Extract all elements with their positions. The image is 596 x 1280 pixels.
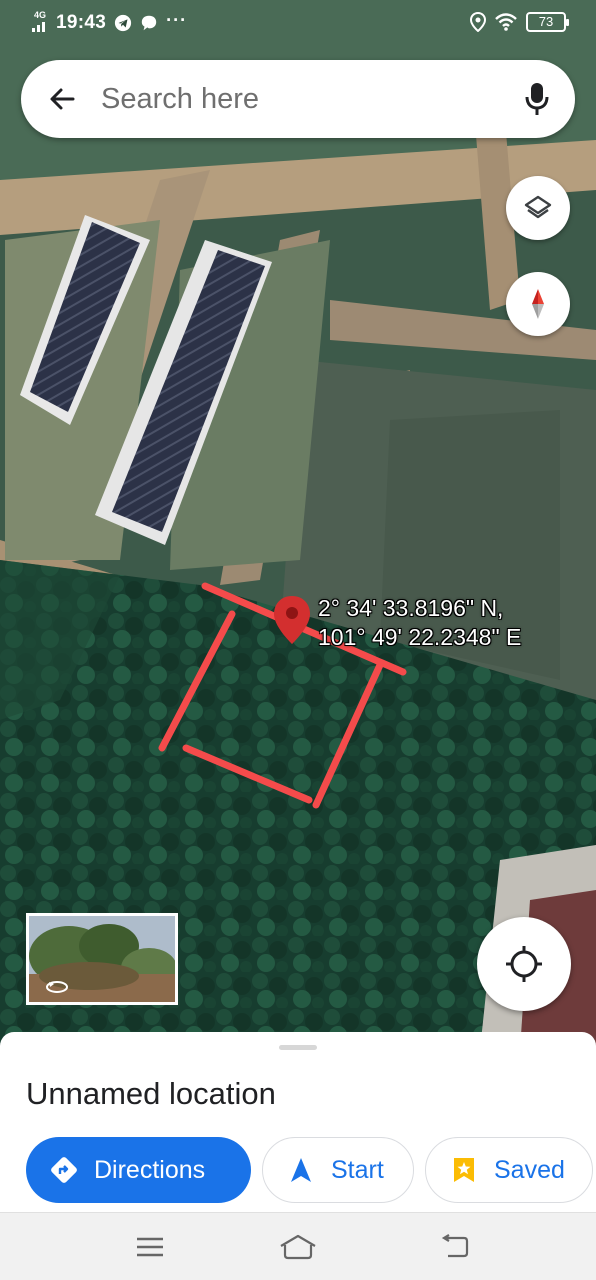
- battery-indicator: 73: [526, 12, 569, 32]
- my-location-button[interactable]: [477, 917, 571, 1011]
- back-nav-icon: [441, 1234, 469, 1258]
- more-notifications: ···: [166, 9, 188, 30]
- chat-bubble-icon: [141, 15, 157, 31]
- compass-icon: [532, 289, 544, 319]
- clock: 19:43: [56, 12, 107, 33]
- satellite-map[interactable]: 2° 34' 33.8196" N, 101° 49' 22.2348" E: [0, 0, 596, 1050]
- directions-label: Directions: [94, 1155, 206, 1184]
- network-type: 4G: [34, 10, 47, 20]
- search-input[interactable]: [101, 82, 491, 116]
- saved-label: Saved: [494, 1155, 565, 1184]
- telegram-icon: [115, 14, 132, 32]
- voice-search-button[interactable]: [513, 70, 561, 128]
- bookmark-star-icon: [454, 1158, 474, 1182]
- system-navigation-bar: [0, 1212, 596, 1280]
- layers-icon: [524, 195, 552, 219]
- navigation-arrow-icon: [291, 1158, 311, 1182]
- menu-lines-icon: [137, 1237, 163, 1257]
- action-chips: Directions Start Saved: [26, 1137, 593, 1203]
- search-bar: [21, 60, 575, 138]
- directions-button[interactable]: Directions: [26, 1137, 251, 1203]
- coordinates-longitude: 101° 49' 22.2348" E: [318, 624, 522, 650]
- recent-apps-button[interactable]: [130, 1231, 170, 1263]
- back-nav-button[interactable]: [434, 1231, 474, 1263]
- coordinates-latitude: 2° 34' 33.8196" N,: [318, 595, 504, 621]
- place-bottom-sheet[interactable]: Unnamed location Directions Start Saved: [0, 1032, 596, 1212]
- rotate-360-icon: [46, 981, 68, 993]
- back-button[interactable]: [33, 70, 91, 128]
- crosshair-location-icon: [506, 946, 542, 982]
- home-button[interactable]: [278, 1231, 318, 1263]
- place-title: Unnamed location: [26, 1076, 276, 1111]
- microphone-icon: [525, 83, 549, 115]
- location-pin-icon: [274, 596, 310, 644]
- home-icon: [280, 1234, 316, 1260]
- status-bar: 4G 19:43 ··· 73: [0, 0, 596, 48]
- satellite-imagery: [0, 0, 596, 1050]
- start-navigation-button[interactable]: Start: [262, 1137, 414, 1203]
- street-view-thumbnail[interactable]: [26, 913, 178, 1005]
- arrow-back-icon: [50, 88, 75, 110]
- drag-handle[interactable]: [279, 1045, 317, 1050]
- wifi-icon: [495, 13, 517, 31]
- compass-button[interactable]: [506, 272, 570, 336]
- start-label: Start: [331, 1155, 384, 1184]
- signal-icon: 4G: [32, 11, 48, 35]
- location-icon: [470, 12, 486, 32]
- directions-icon: [51, 1157, 77, 1183]
- map-layers-button[interactable]: [506, 176, 570, 240]
- saved-button[interactable]: Saved: [425, 1137, 593, 1203]
